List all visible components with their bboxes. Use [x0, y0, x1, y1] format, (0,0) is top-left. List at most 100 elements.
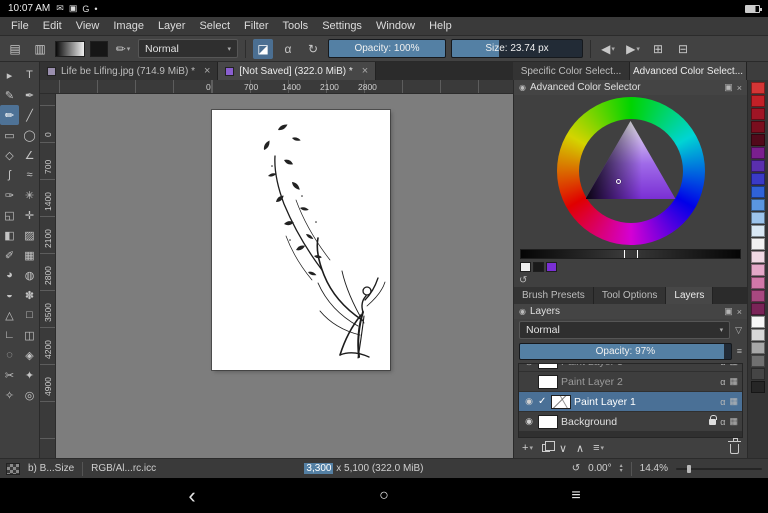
- polygon-tool[interactable]: ◇: [0, 145, 19, 165]
- hue-ring[interactable]: [557, 97, 705, 245]
- pattern-edit-tool[interactable]: ▦: [20, 245, 39, 265]
- palette-swatch[interactable]: [751, 212, 765, 224]
- calligraphy-tool[interactable]: ✒: [20, 85, 39, 105]
- menu-item[interactable]: Layer: [151, 19, 193, 33]
- freehand-select-tool[interactable]: ✂: [0, 365, 19, 385]
- menu-item[interactable]: Image: [106, 19, 151, 33]
- menu-item[interactable]: Settings: [315, 19, 369, 33]
- shape-select-tool[interactable]: ▸: [0, 65, 19, 85]
- freehand-brush-tool[interactable]: ✏: [0, 105, 19, 125]
- docker-tab[interactable]: Brush Presets: [514, 287, 594, 304]
- zoom-value[interactable]: 14.4%: [640, 463, 668, 474]
- layer-row[interactable]: Paint Layer 2: [519, 372, 742, 391]
- layer-opacity-slider[interactable]: Opacity: 97%: [519, 343, 732, 360]
- brush-size-slider[interactable]: Size: 23.74 px: [451, 39, 583, 58]
- layer-options-icon[interactable]: ≡: [737, 346, 742, 356]
- palette-swatch[interactable]: [751, 134, 765, 146]
- layer-row[interactable]: Paint Layer 1: [519, 392, 742, 411]
- open-document-icon[interactable]: ▥: [30, 39, 50, 59]
- new-document-icon[interactable]: ▤: [5, 39, 25, 59]
- alpha-icon[interactable]: [720, 363, 725, 367]
- palette-swatch[interactable]: [751, 303, 765, 315]
- eraser-mode-button[interactable]: ◪: [253, 39, 273, 59]
- mirror-vertical-button[interactable]: ▶ ▾: [623, 39, 643, 59]
- menu-item[interactable]: Edit: [36, 19, 69, 33]
- line-tool[interactable]: ╱: [20, 105, 39, 125]
- docker-tab[interactable]: Tool Options: [594, 287, 667, 304]
- close-tab-icon[interactable]: ×: [204, 65, 210, 77]
- reload-preset-button[interactable]: ↻: [303, 39, 323, 59]
- zoom-slider[interactable]: [676, 468, 762, 470]
- close-docker-icon[interactable]: ×: [737, 83, 742, 93]
- palette-swatch[interactable]: [751, 316, 765, 328]
- zoom-tool[interactable]: ◎: [20, 385, 39, 405]
- rect-select-tool[interactable]: ◫: [20, 325, 39, 345]
- back-button[interactable]: ‹: [188, 485, 195, 507]
- add-layer-button[interactable]: + ▾: [522, 442, 533, 454]
- palette-swatch[interactable]: [751, 277, 765, 289]
- duplicate-layer-button[interactable]: [542, 444, 550, 452]
- brush-preset-chooser-button[interactable]: ✏ ▾: [113, 39, 133, 59]
- palette-swatch[interactable]: [751, 199, 765, 211]
- gradient-chooser-button[interactable]: [55, 41, 85, 57]
- zoom-slider-handle[interactable]: [687, 465, 691, 473]
- rotation-value[interactable]: 0.00°: [588, 463, 611, 474]
- inherit-alpha-icon[interactable]: [729, 363, 738, 367]
- menu-item[interactable]: View: [69, 19, 107, 33]
- palette-swatch[interactable]: [751, 264, 765, 276]
- rotation-spinner[interactable]: ▴ ▾: [620, 464, 623, 474]
- layer-filter-icon[interactable]: ▽: [735, 325, 742, 336]
- opacity-slider[interactable]: Opacity: 100%: [328, 39, 446, 58]
- colorize-mask-tool[interactable]: ◒: [0, 285, 19, 305]
- palette-swatch[interactable]: [751, 342, 765, 354]
- rectangle-tool[interactable]: ▭: [0, 125, 19, 145]
- palette-swatch[interactable]: [751, 329, 765, 341]
- palette-swatch[interactable]: [751, 82, 765, 94]
- measure-tool[interactable]: ∟: [0, 325, 19, 345]
- menu-item[interactable]: Window: [369, 19, 422, 33]
- layer-row[interactable]: Paint Layer 3: [519, 363, 742, 371]
- menu-item[interactable]: Tools: [276, 19, 316, 33]
- reference-images-tool[interactable]: □: [20, 305, 39, 325]
- delete-layer-button[interactable]: [730, 444, 739, 454]
- palette-swatch[interactable]: [751, 160, 765, 172]
- contiguous-select-tool[interactable]: ✦: [20, 365, 39, 385]
- move-tool[interactable]: ✛: [20, 205, 39, 225]
- smart-patch-tool[interactable]: ✽: [20, 285, 39, 305]
- layer-blend-mode-dropdown[interactable]: Normal ▾: [519, 321, 730, 339]
- color-sampler-tool[interactable]: ✐: [0, 245, 19, 265]
- menu-item[interactable]: File: [4, 19, 36, 33]
- mirror-horizontal-button[interactable]: ◀ ▾: [598, 39, 618, 59]
- value-strip[interactable]: [520, 249, 741, 259]
- history-swatch[interactable]: [546, 262, 557, 272]
- rotation-reset-icon[interactable]: ↺: [572, 463, 580, 474]
- palette-swatch[interactable]: [751, 238, 765, 250]
- docker-tab[interactable]: Advanced Color Select...: [630, 62, 747, 80]
- pattern-chooser-button[interactable]: [90, 41, 108, 57]
- inherit-alpha-icon[interactable]: [729, 376, 738, 387]
- menu-item[interactable]: Filter: [237, 19, 275, 33]
- alpha-icon[interactable]: [720, 417, 725, 427]
- canvas-viewport[interactable]: [56, 94, 513, 458]
- polyline-tool[interactable]: ∠: [20, 145, 39, 165]
- polygon-select-tool[interactable]: ◈: [20, 345, 39, 365]
- alpha-icon[interactable]: [720, 397, 725, 407]
- ellipse-tool[interactable]: ◯: [20, 125, 39, 145]
- alpha-icon[interactable]: [720, 377, 725, 387]
- freehand-path-tool[interactable]: ≈: [20, 165, 39, 185]
- visibility-eye-icon[interactable]: [523, 416, 535, 427]
- home-button[interactable]: ○: [379, 487, 389, 505]
- visibility-eye-icon[interactable]: [523, 363, 535, 367]
- palette-swatch[interactable]: [751, 121, 765, 133]
- palette-swatch[interactable]: [751, 147, 765, 159]
- wrap-around-button[interactable]: ⊟: [673, 39, 693, 59]
- dynamic-brush-tool[interactable]: ✑: [0, 185, 19, 205]
- visibility-eye-icon[interactable]: [523, 396, 535, 407]
- blend-mode-dropdown[interactable]: Normal ▾: [138, 39, 238, 58]
- close-docker-icon[interactable]: ×: [737, 307, 742, 317]
- docker-tab[interactable]: Specific Color Select...: [513, 62, 630, 80]
- gradient-tool[interactable]: ▨: [20, 225, 39, 245]
- menu-item[interactable]: Select: [192, 19, 237, 33]
- bezier-curve-tool[interactable]: ʃ: [0, 165, 19, 185]
- recents-button[interactable]: ≡: [571, 487, 580, 505]
